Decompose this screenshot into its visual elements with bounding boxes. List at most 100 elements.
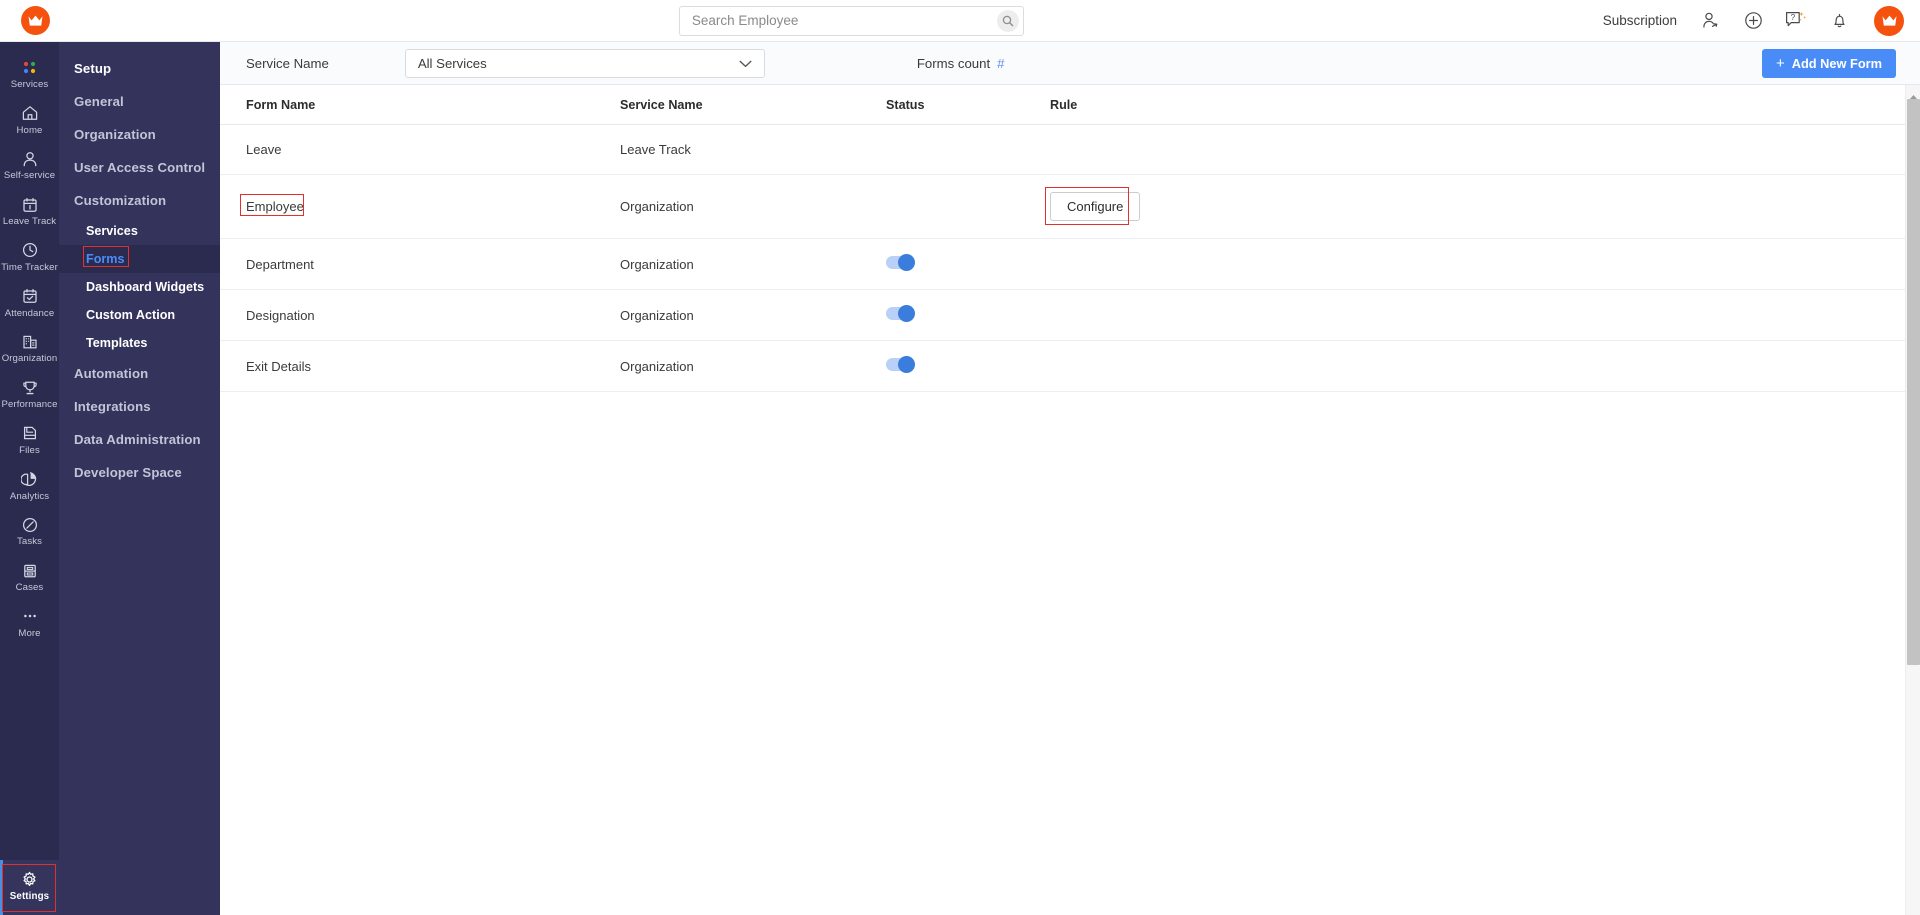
header-actions: Subscription ?	[1603, 6, 1920, 36]
home-icon	[21, 104, 39, 123]
rail-item-attendance[interactable]: Attendance	[0, 280, 59, 326]
rail-item-leave-track[interactable]: Leave Track	[0, 188, 59, 234]
chevron-down-icon	[739, 56, 752, 71]
subnav-item-automation[interactable]: Automation	[59, 357, 220, 390]
table-row[interactable]: Designation Organization	[220, 290, 1905, 341]
primary-icon-rail: Services Home Self-ser	[0, 42, 59, 915]
vertical-scrollbar[interactable]	[1905, 85, 1920, 915]
four-dots-icon	[21, 58, 38, 77]
rail-item-organization[interactable]: Organization	[0, 325, 59, 371]
main-content: Service Name All Services Forms count #	[220, 42, 1920, 915]
configure-button[interactable]: Configure	[1050, 192, 1140, 221]
service-name-select[interactable]: All Services	[405, 49, 765, 78]
table-row[interactable]: Employee Organization Configure	[220, 175, 1905, 239]
column-header-status: Status	[886, 85, 1050, 125]
column-header-rule: Rule	[1050, 85, 1905, 125]
top-header-bar: Subscription ?	[0, 0, 1920, 42]
cell-status	[886, 175, 1050, 239]
rail-label: Organization	[2, 354, 58, 365]
avatar[interactable]	[1874, 6, 1904, 36]
plus-circle-icon[interactable]	[1741, 9, 1765, 33]
status-toggle[interactable]	[886, 256, 914, 269]
table-row[interactable]: Leave Leave Track	[220, 125, 1905, 175]
subnav-item-general[interactable]: General	[59, 85, 220, 118]
crown-avatar-icon	[1881, 14, 1898, 28]
bell-icon[interactable]	[1827, 9, 1851, 33]
subnav-item-customization[interactable]: Customization	[59, 184, 220, 217]
calendar-icon	[21, 195, 39, 214]
forms-table-scroll: Form Name Service Name Status Rule Leave…	[220, 85, 1905, 915]
forms-count-label: Forms count	[917, 56, 990, 71]
service-name-label: Service Name	[246, 56, 329, 71]
rail-item-home[interactable]: Home	[0, 97, 59, 143]
table-row[interactable]: Department Organization	[220, 239, 1905, 290]
employee-form-name-cell[interactable]: Employee	[246, 199, 304, 214]
building-icon	[21, 332, 39, 351]
subnav-item-data-administration[interactable]: Data Administration	[59, 423, 220, 456]
service-select-value: All Services	[418, 56, 487, 71]
subnav-item-organization[interactable]: Organization	[59, 118, 220, 151]
table-header-row: Form Name Service Name Status Rule	[220, 85, 1905, 125]
cell-service-name: Organization	[620, 175, 886, 239]
cell-status	[886, 125, 1050, 175]
status-toggle[interactable]	[886, 307, 914, 320]
rail-item-self-service[interactable]: Self-service	[0, 142, 59, 188]
rail-item-tasks[interactable]: Tasks	[0, 508, 59, 554]
subnav-item-label: Forms	[86, 252, 125, 266]
rail-item-files[interactable]: Files	[0, 417, 59, 463]
filter-toolbar: Service Name All Services Forms count #	[220, 42, 1920, 85]
subnav-item-user-access-control[interactable]: User Access Control	[59, 151, 220, 184]
forms-table: Form Name Service Name Status Rule Leave…	[220, 85, 1905, 392]
gear-icon	[20, 870, 39, 889]
crown-logo-icon	[21, 6, 50, 35]
rail-label: Analytics	[10, 492, 49, 503]
secondary-nav: Setup General Organization User Access C…	[59, 42, 220, 915]
add-new-form-button[interactable]: + Add New Form	[1762, 49, 1896, 78]
rail-label: Cases	[16, 583, 44, 594]
cell-service-name: Organization	[620, 239, 886, 290]
check-circle-icon	[21, 515, 39, 534]
subnav-item-services[interactable]: Services	[59, 217, 220, 245]
cell-rule	[1050, 239, 1905, 290]
person-icon	[21, 149, 39, 168]
subnav-item-templates[interactable]: Templates	[59, 329, 220, 357]
rail-label: Home	[17, 126, 43, 137]
pie-chart-icon	[21, 470, 39, 489]
svg-text:?: ?	[1791, 13, 1796, 22]
rail-label: Time Tracker	[1, 263, 58, 274]
status-toggle[interactable]	[886, 358, 914, 371]
subnav-item-custom-action[interactable]: Custom Action	[59, 301, 220, 329]
rail-label: Tasks	[17, 537, 42, 548]
brand-logo[interactable]	[0, 6, 70, 35]
rail-label: More	[18, 629, 40, 640]
subscription-link[interactable]: Subscription	[1603, 13, 1677, 28]
rail-item-cases[interactable]: Cases	[0, 554, 59, 600]
column-header-form-name: Form Name	[220, 85, 620, 125]
subnav-item-forms[interactable]: Forms	[59, 245, 220, 273]
rail-item-settings[interactable]: Settings	[0, 860, 59, 915]
help-chat-icon[interactable]: ?	[1784, 9, 1808, 33]
subnav-item-developer-space[interactable]: Developer Space	[59, 456, 220, 489]
scrollbar-thumb[interactable]	[1907, 99, 1920, 665]
rail-item-services[interactable]: Services	[0, 51, 59, 97]
rail-item-time-tracker[interactable]: Time Tracker	[0, 234, 59, 280]
rail-label: Settings	[10, 892, 49, 903]
rail-label: Files	[19, 446, 40, 457]
add-user-icon[interactable]	[1698, 9, 1722, 33]
rail-item-more[interactable]: More	[0, 600, 59, 646]
rail-label: Self-service	[4, 171, 55, 182]
subnav-item-integrations[interactable]: Integrations	[59, 390, 220, 423]
add-new-form-label: Add New Form	[1792, 56, 1882, 71]
search-icon[interactable]	[997, 10, 1019, 32]
cell-rule: Configure	[1050, 175, 1905, 239]
rail-item-analytics[interactable]: Analytics	[0, 463, 59, 509]
cell-form-name: Leave	[220, 125, 620, 175]
table-row[interactable]: Exit Details Organization	[220, 341, 1905, 392]
configure-cell-wrap: Configure	[1050, 192, 1140, 221]
search-input[interactable]	[679, 6, 1024, 36]
rail-item-performance[interactable]: Performance	[0, 371, 59, 417]
cell-status	[886, 341, 1050, 392]
subnav-item-dashboard-widgets[interactable]: Dashboard Widgets	[59, 273, 220, 301]
forms-table-head: Form Name Service Name Status Rule	[220, 85, 1905, 125]
cell-form-name: Employee	[220, 175, 620, 239]
